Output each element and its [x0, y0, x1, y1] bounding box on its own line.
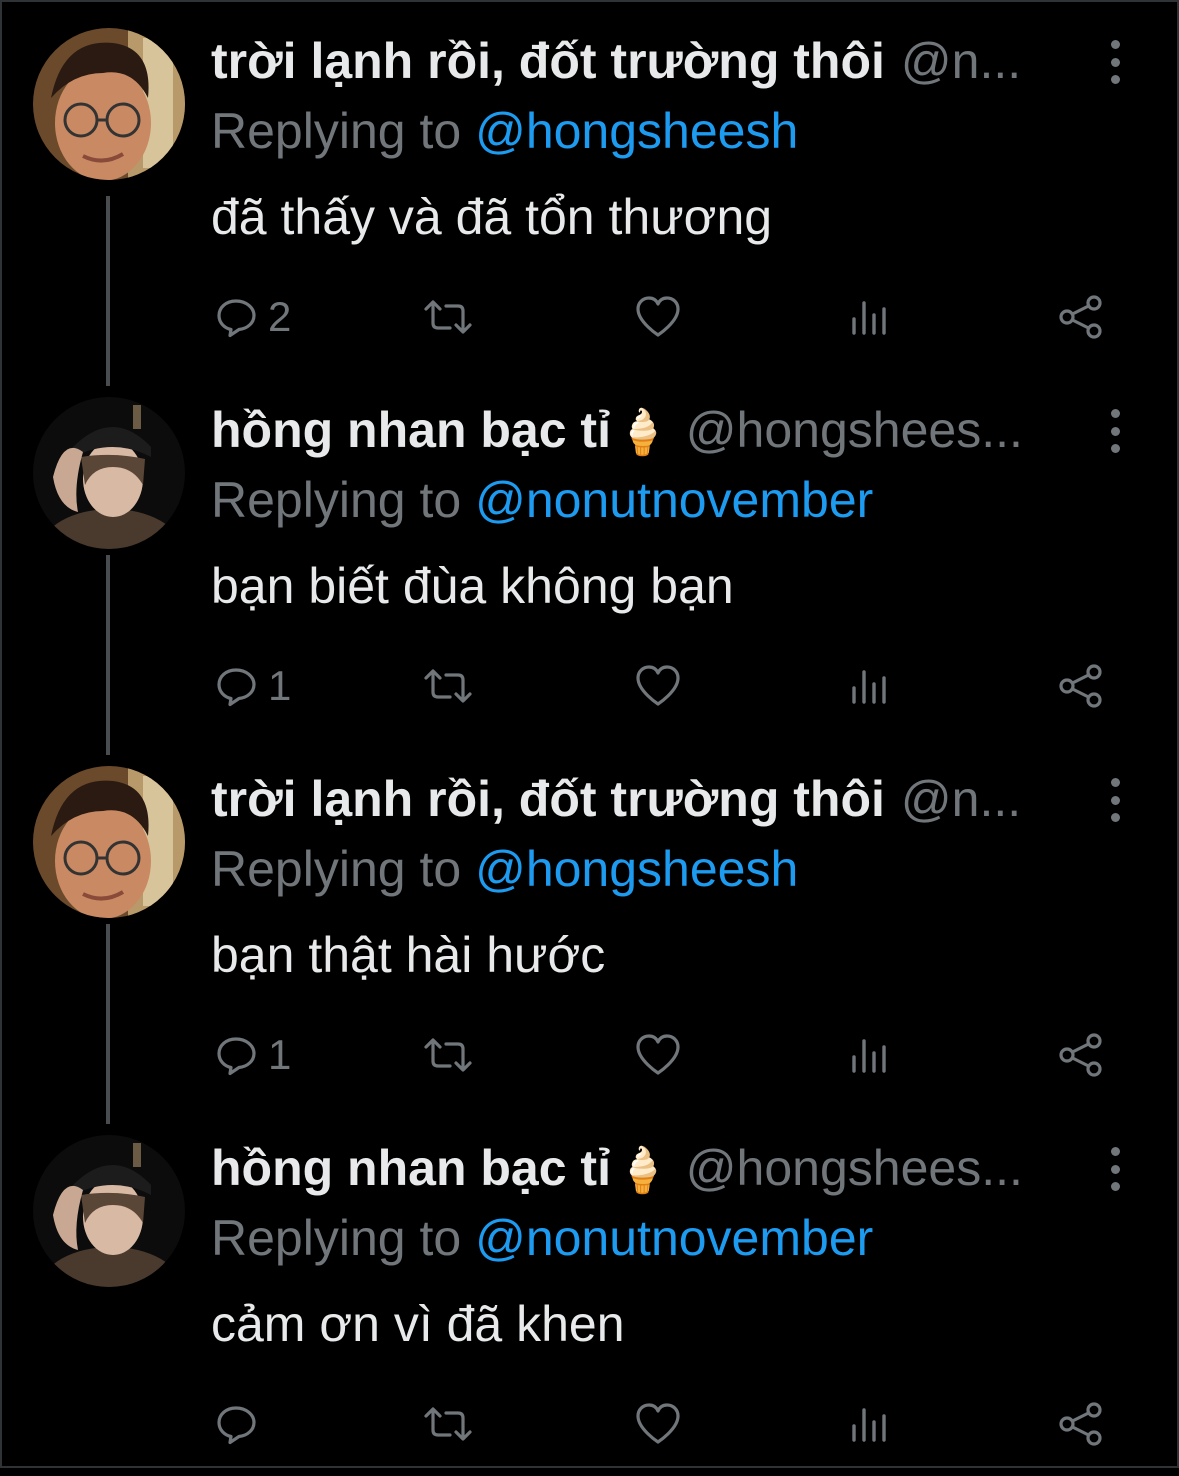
reply-icon — [217, 1037, 256, 1076]
avatar[interactable] — [33, 397, 185, 549]
views-icon — [852, 670, 886, 704]
display-name[interactable]: trời lạnh rồi, đốt trường thôi — [211, 768, 885, 830]
tweet[interactable]: hồng nhan bạc tỉ 🍦 @hongshees... Replyin… — [0, 369, 1179, 755]
tweet-header: hồng nhan bạc tỉ 🍦 @hongshees... — [211, 399, 1061, 464]
share-icon — [1059, 664, 1102, 708]
views-icon — [852, 1039, 886, 1073]
more-vertical-icon[interactable] — [1098, 1147, 1132, 1191]
reply-button[interactable]: 2 — [214, 282, 291, 352]
retweet-icon — [424, 1407, 472, 1441]
tweet-actions: 2 — [0, 282, 1179, 352]
share-icon — [1059, 295, 1102, 339]
avatar[interactable] — [33, 28, 185, 180]
more-vertical-icon[interactable] — [1098, 409, 1132, 453]
like-button[interactable] — [634, 1389, 682, 1459]
more-vertical-icon[interactable] — [1098, 40, 1132, 84]
retweet-icon — [424, 1038, 472, 1072]
share-button[interactable] — [1058, 651, 1104, 721]
heart-icon — [636, 1034, 680, 1075]
replying-to: Replying to @hongsheesh — [211, 838, 798, 900]
tweet-text: cảm ơn vì đã khen — [211, 1296, 625, 1352]
display-name[interactable]: trời lạnh rồi, đốt trường thôi — [211, 30, 885, 92]
heart-icon — [636, 1403, 680, 1444]
like-button[interactable] — [634, 1020, 682, 1090]
tweet-header: trời lạnh rồi, đốt trường thôi @n... — [211, 30, 1061, 92]
avatar[interactable] — [33, 1135, 185, 1287]
more-vertical-icon[interactable] — [1098, 778, 1132, 822]
replying-to-handle[interactable]: @nonutnovember — [475, 472, 873, 528]
ice-cream-emoji: 🍦 — [614, 1146, 670, 1195]
share-button[interactable] — [1058, 1389, 1104, 1459]
reply-button[interactable] — [214, 1389, 268, 1459]
views-icon — [852, 301, 886, 335]
retweet-button[interactable] — [420, 1389, 476, 1459]
reply-icon — [217, 1406, 256, 1445]
views-icon — [852, 1408, 886, 1442]
replying-to-handle[interactable]: @nonutnovember — [475, 1210, 873, 1266]
reply-count: 1 — [268, 1031, 292, 1078]
retweet-button[interactable] — [420, 651, 476, 721]
tweet-actions — [0, 1389, 1179, 1459]
share-icon — [1059, 1402, 1102, 1446]
tweet[interactable]: trời lạnh rồi, đốt trường thôi @n... Rep… — [0, 738, 1179, 1124]
share-button[interactable] — [1058, 282, 1104, 352]
views-button[interactable] — [850, 282, 890, 352]
user-handle[interactable]: @hongshees... — [686, 1137, 1061, 1199]
share-icon — [1059, 1033, 1102, 1077]
tweet[interactable]: hồng nhan bạc tỉ 🍦 @hongshees... Replyin… — [0, 1107, 1179, 1476]
tweet-text: bạn biết đùa không bạn — [211, 558, 734, 614]
tweet-text: đã thấy và đã tổn thương — [211, 189, 773, 245]
tweet-text: bạn thật hài hước — [211, 927, 606, 983]
views-button[interactable] — [850, 1389, 890, 1459]
reply-count: 1 — [268, 662, 292, 709]
reply-count: 2 — [268, 293, 292, 340]
reply-icon — [217, 299, 256, 338]
retweet-button[interactable] — [420, 282, 476, 352]
replying-to: Replying to @nonutnovember — [211, 469, 873, 531]
avatar-glasses-image — [33, 28, 185, 180]
replying-to-label: Replying to — [211, 472, 462, 528]
tweet-actions: 1 — [0, 1020, 1179, 1090]
avatar[interactable] — [33, 766, 185, 918]
retweet-icon — [424, 300, 472, 334]
replying-to: Replying to @hongsheesh — [211, 100, 798, 162]
tweet-header: trời lạnh rồi, đốt trường thôi @n... — [211, 768, 1061, 830]
views-button[interactable] — [850, 651, 890, 721]
display-name[interactable]: hồng nhan bạc tỉ — [211, 399, 611, 461]
tweet-actions: 1 — [0, 651, 1179, 721]
retweet-icon — [424, 669, 472, 703]
user-handle[interactable]: @hongshees... — [686, 399, 1061, 461]
replying-to: Replying to @nonutnovember — [211, 1207, 873, 1269]
tweet-header: hồng nhan bạc tỉ 🍦 @hongshees... — [211, 1137, 1061, 1202]
avatar-beanie-image — [33, 397, 185, 549]
replying-to-label: Replying to — [211, 841, 462, 897]
user-handle[interactable]: @n... — [901, 30, 1061, 92]
replying-to-handle[interactable]: @hongsheesh — [475, 841, 798, 897]
reply-icon — [217, 668, 256, 707]
heart-icon — [636, 296, 680, 337]
heart-icon — [636, 665, 680, 706]
replying-to-label: Replying to — [211, 1210, 462, 1266]
user-handle[interactable]: @n... — [901, 768, 1061, 830]
views-button[interactable] — [850, 1020, 890, 1090]
like-button[interactable] — [634, 282, 682, 352]
display-name[interactable]: hồng nhan bạc tỉ — [211, 1137, 611, 1199]
retweet-button[interactable] — [420, 1020, 476, 1090]
replying-to-handle[interactable]: @hongsheesh — [475, 103, 798, 159]
replying-to-label: Replying to — [211, 103, 462, 159]
reply-button[interactable]: 1 — [214, 651, 291, 721]
reply-button[interactable]: 1 — [214, 1020, 291, 1090]
tweet[interactable]: trời lạnh rồi, đốt trường thôi @n... Rep… — [0, 0, 1179, 386]
share-button[interactable] — [1058, 1020, 1104, 1090]
ice-cream-emoji: 🍦 — [614, 408, 670, 457]
avatar-beanie-image — [33, 1135, 185, 1287]
avatar-glasses-image — [33, 766, 185, 918]
like-button[interactable] — [634, 651, 682, 721]
